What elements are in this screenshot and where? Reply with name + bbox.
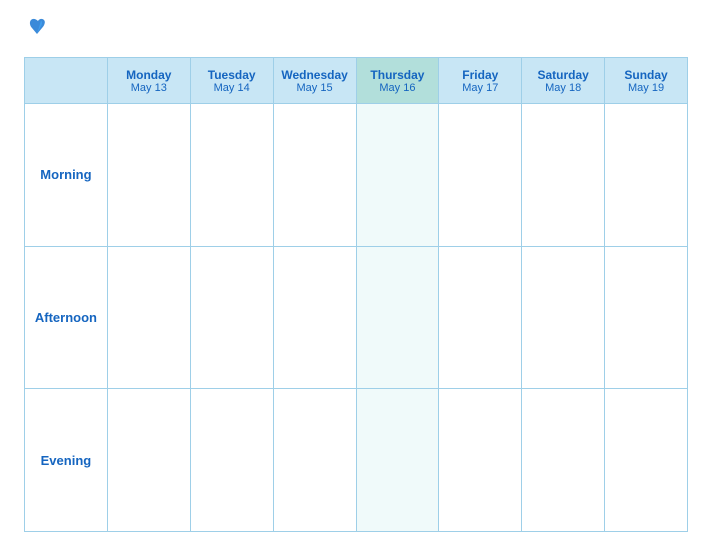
cell-evening-saturday <box>522 389 605 532</box>
cell-evening-friday <box>439 389 522 532</box>
col-day-name: Thursday <box>361 68 435 82</box>
cell-morning-wednesday <box>273 104 356 247</box>
header-col-sunday: SundayMay 19 <box>605 58 688 104</box>
cell-afternoon-friday <box>439 246 522 389</box>
header-col-monday: MondayMay 13 <box>107 58 190 104</box>
col-day-name: Monday <box>112 68 186 82</box>
logo-bird-icon <box>26 18 48 36</box>
cell-morning-tuesday <box>190 104 273 247</box>
header <box>24 18 688 43</box>
col-day-date: May 15 <box>278 82 352 94</box>
header-col-thursday: ThursdayMay 16 <box>356 58 439 104</box>
row-header-afternoon: Afternoon <box>25 246 108 389</box>
col-day-date: May 14 <box>195 82 269 94</box>
daily-planner-header <box>25 58 108 104</box>
header-col-tuesday: TuesdayMay 14 <box>190 58 273 104</box>
col-day-name: Sunday <box>609 68 683 82</box>
cell-morning-sunday <box>605 104 688 247</box>
cell-evening-monday <box>107 389 190 532</box>
cell-afternoon-saturday <box>522 246 605 389</box>
cell-afternoon-sunday <box>605 246 688 389</box>
cell-morning-friday <box>439 104 522 247</box>
row-header-evening: Evening <box>25 389 108 532</box>
table-row-afternoon: Afternoon <box>25 246 688 389</box>
cell-afternoon-tuesday <box>190 246 273 389</box>
logo <box>24 18 48 43</box>
col-day-name: Wednesday <box>278 68 352 82</box>
calendar-table: MondayMay 13TuesdayMay 14WednesdayMay 15… <box>24 57 688 532</box>
row-header-morning: Morning <box>25 104 108 247</box>
col-day-date: May 16 <box>361 82 435 94</box>
cell-morning-monday <box>107 104 190 247</box>
col-day-date: May 13 <box>112 82 186 94</box>
table-row-evening: Evening <box>25 389 688 532</box>
cell-afternoon-monday <box>107 246 190 389</box>
cell-evening-tuesday <box>190 389 273 532</box>
cell-morning-thursday <box>356 104 439 247</box>
header-col-friday: FridayMay 17 <box>439 58 522 104</box>
cell-afternoon-thursday <box>356 246 439 389</box>
col-day-name: Friday <box>443 68 517 82</box>
table-row-morning: Morning <box>25 104 688 247</box>
col-day-date: May 19 <box>609 82 683 94</box>
header-col-saturday: SaturdayMay 18 <box>522 58 605 104</box>
cell-evening-thursday <box>356 389 439 532</box>
table-header-row: MondayMay 13TuesdayMay 14WednesdayMay 15… <box>25 58 688 104</box>
cell-evening-wednesday <box>273 389 356 532</box>
header-col-wednesday: WednesdayMay 15 <box>273 58 356 104</box>
col-day-name: Tuesday <box>195 68 269 82</box>
cell-afternoon-wednesday <box>273 246 356 389</box>
col-day-date: May 18 <box>526 82 600 94</box>
col-day-name: Saturday <box>526 68 600 82</box>
col-day-date: May 17 <box>443 82 517 94</box>
cell-morning-saturday <box>522 104 605 247</box>
cell-evening-sunday <box>605 389 688 532</box>
